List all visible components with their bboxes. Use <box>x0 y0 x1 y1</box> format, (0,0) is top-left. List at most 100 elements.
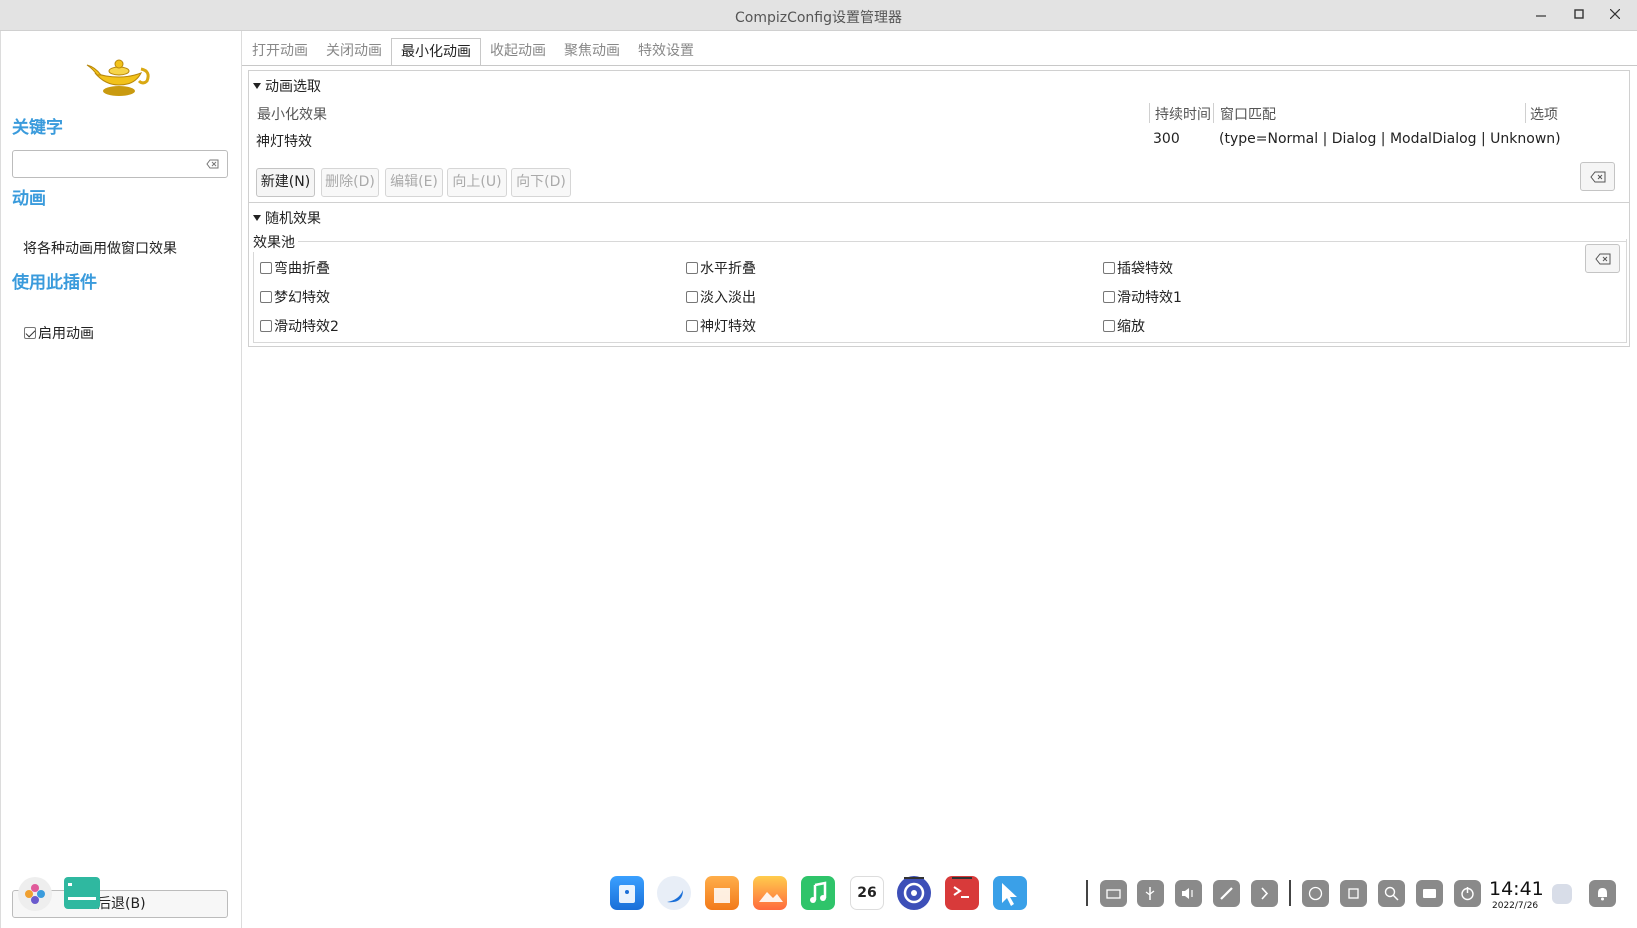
effect-checkbox-dream[interactable]: 梦幻特效 <box>260 287 330 307</box>
effect-checkbox-glide1[interactable]: 滑动特效1 <box>1103 287 1182 307</box>
column-header-effect[interactable]: 最小化效果 <box>257 104 327 124</box>
effect-label: 插袋特效 <box>1117 261 1173 277</box>
keyboard-icon[interactable] <box>1100 880 1127 907</box>
effect-checkbox-horizontal-fold[interactable]: 水平折叠 <box>686 258 756 278</box>
effect-checkbox-zoom[interactable]: 缩放 <box>1103 316 1145 336</box>
app-store-icon[interactable] <box>705 876 739 910</box>
checkbox-icon[interactable] <box>260 291 272 303</box>
close-button[interactable] <box>1600 4 1630 26</box>
expand-tray-icon[interactable] <box>1251 880 1278 907</box>
backspace-icon <box>1595 253 1611 265</box>
row-match: (type=Normal | Dialog | ModalDialog | Un… <box>1219 131 1561 147</box>
onscreen-keyboard-icon[interactable] <box>1416 880 1443 907</box>
magnifier-glyph <box>1384 886 1399 901</box>
reset-animation-selection-button[interactable] <box>1580 162 1615 191</box>
settings-app-icon[interactable] <box>897 876 931 910</box>
checkbox-icon[interactable] <box>686 262 698 274</box>
folder-icon <box>619 885 635 903</box>
magic-lamp-icon <box>86 59 150 96</box>
tab-minimize-animation[interactable]: 最小化动画 <box>391 38 481 66</box>
column-header-options[interactable]: 选项 <box>1530 104 1558 124</box>
tab-focus-animation[interactable]: 聚焦动画 <box>555 38 629 66</box>
picture-icon <box>759 892 783 902</box>
sidebar: 关键字 动画 将各种动画用做窗口效果 使用此插件 启用动画 后退(B) <box>0 31 242 928</box>
terminal-icon[interactable] <box>945 876 979 910</box>
keyboard-glyph <box>1106 889 1121 899</box>
usb-icon[interactable] <box>1137 880 1164 907</box>
effect-label: 弯曲折叠 <box>274 261 330 277</box>
minimize-icon <box>1536 15 1546 17</box>
volume-icon[interactable] <box>1175 880 1202 907</box>
column-header-duration[interactable]: 持续时间 <box>1155 104 1211 124</box>
edit-button[interactable]: 编辑(E) <box>385 168 443 197</box>
effect-label: 滑动特效1 <box>1117 290 1182 306</box>
random-effects-header[interactable]: 随机效果 <box>253 208 321 228</box>
clear-search-icon[interactable] <box>206 159 219 169</box>
move-up-button[interactable]: 向上(U) <box>447 168 507 197</box>
checkbox-icon[interactable] <box>1103 320 1115 332</box>
checkbox-icon[interactable] <box>1103 291 1115 303</box>
move-down-button[interactable]: 向下(D) <box>511 168 571 197</box>
clock-time[interactable]: 14:41 <box>1489 878 1544 900</box>
network-icon[interactable] <box>1552 884 1572 904</box>
enable-plugin-checkbox[interactable]: 启用动画 <box>24 323 94 343</box>
browser-swirl-icon <box>667 890 683 903</box>
column-separator <box>1525 103 1526 123</box>
close-icon <box>1609 8 1621 20</box>
tab-close-animation[interactable]: 关闭动画 <box>317 38 391 66</box>
search-input[interactable] <box>12 150 228 178</box>
effect-checkbox-glide2[interactable]: 滑动特效2 <box>260 316 339 336</box>
calendar-icon[interactable]: 26 <box>850 876 884 910</box>
effect-checkbox-fade[interactable]: 淡入淡出 <box>686 287 756 307</box>
tab-shade-animation[interactable]: 收起动画 <box>481 38 555 66</box>
launcher-icon[interactable] <box>18 877 52 911</box>
music-player-icon[interactable] <box>801 876 835 910</box>
checkbox-icon[interactable] <box>260 320 272 332</box>
collapse-triangle-icon[interactable] <box>253 83 261 89</box>
pen-icon[interactable] <box>1213 880 1240 907</box>
effect-checkbox-curved-fold[interactable]: 弯曲折叠 <box>260 258 330 278</box>
tab-open-animation[interactable]: 打开动画 <box>243 38 317 66</box>
reset-effect-pool-button[interactable] <box>1585 244 1620 273</box>
new-button[interactable]: 新建(N) <box>256 168 315 197</box>
monitor-gauge-glyph <box>1308 886 1323 901</box>
effect-checkbox-magic-lamp[interactable]: 神灯特效 <box>686 316 756 336</box>
maximize-button[interactable] <box>1564 4 1594 26</box>
compiz-config-icon[interactable] <box>993 876 1027 910</box>
delete-button[interactable]: 删除(D) <box>321 168 379 197</box>
file-manager-icon[interactable] <box>610 876 644 910</box>
show-desktop-icon[interactable] <box>64 877 100 909</box>
crop-glyph <box>1348 888 1359 899</box>
system-monitor-icon[interactable] <box>1302 880 1329 907</box>
search-icon[interactable] <box>1378 880 1405 907</box>
checkbox-icon[interactable] <box>260 262 272 274</box>
keyboard-glyph <box>1423 889 1436 898</box>
tab-effect-settings[interactable]: 特效设置 <box>629 38 703 66</box>
collapse-triangle-icon[interactable] <box>253 215 261 221</box>
animation-selection-header[interactable]: 动画选取 <box>253 76 321 96</box>
row-duration: 300 <box>1153 131 1180 147</box>
checkbox-icon[interactable] <box>24 327 36 339</box>
section-title: 随机效果 <box>265 211 321 227</box>
column-header-match[interactable]: 窗口匹配 <box>1220 104 1276 124</box>
effect-pool-label: 效果池 <box>253 232 298 252</box>
plugin-description: 将各种动画用做窗口效果 <box>23 241 177 257</box>
running-indicator <box>904 877 924 879</box>
browser-icon[interactable] <box>657 876 691 910</box>
clock-date[interactable]: 2022/7/26 <box>1492 901 1538 911</box>
power-glyph <box>1461 887 1474 901</box>
minimize-button[interactable] <box>1526 4 1556 26</box>
gear-icon <box>903 882 925 904</box>
tray-separator <box>1086 880 1088 906</box>
checkbox-icon[interactable] <box>686 320 698 332</box>
checkbox-icon[interactable] <box>686 291 698 303</box>
checkbox-icon[interactable] <box>1103 262 1115 274</box>
notification-bell-icon[interactable] <box>1589 880 1616 907</box>
image-viewer-icon[interactable] <box>753 876 787 910</box>
effect-label: 水平折叠 <box>700 261 756 277</box>
power-icon[interactable] <box>1454 880 1481 907</box>
effect-checkbox-sidekick[interactable]: 插袋特效 <box>1103 258 1173 278</box>
screenshot-icon[interactable] <box>1340 880 1367 907</box>
row-effect: 神灯特效 <box>256 134 312 150</box>
main-panel: 动画选取 最小化效果 持续时间 窗口匹配 选项 神灯特效 300 (type=N… <box>242 65 1637 928</box>
